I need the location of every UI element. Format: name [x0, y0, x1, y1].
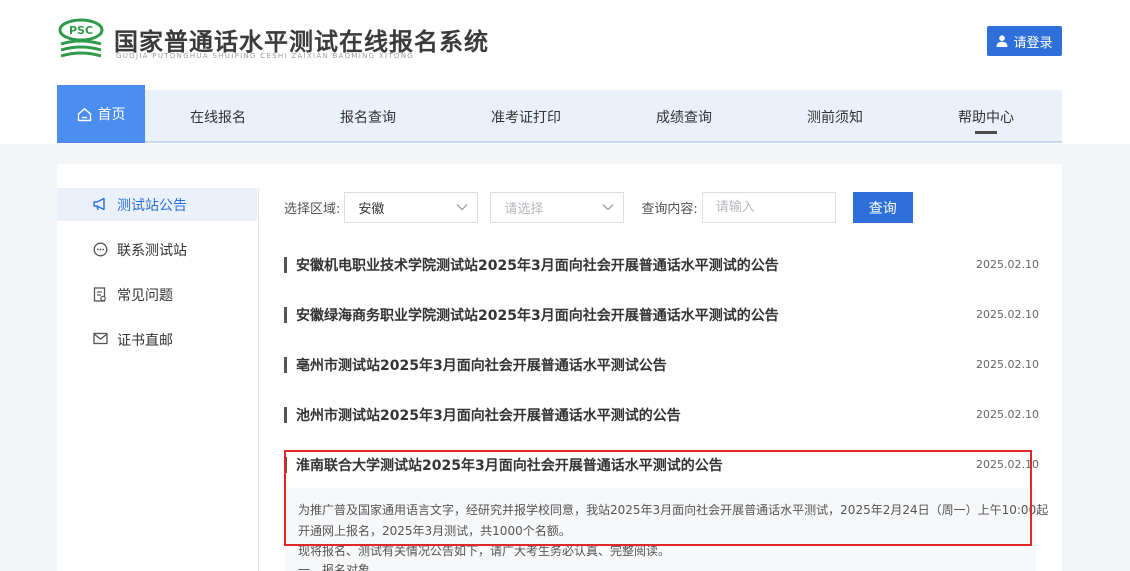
notice-title[interactable]: 池州市测试站2025年3月面向社会开展普通话水平测试的公告	[296, 405, 681, 425]
notice-bar	[284, 407, 287, 423]
megaphone-icon	[93, 197, 105, 211]
notice-title[interactable]: 亳州市测试站2025年3月面向社会开展普通话水平测试公告	[296, 355, 667, 375]
home-icon	[77, 107, 91, 121]
region-label: 选择区域:	[284, 202, 341, 217]
notice-bar	[284, 357, 287, 373]
sidebar-item-label: 常见问题	[117, 287, 173, 304]
chat-icon	[93, 242, 108, 257]
notice-date: 2025.02.10	[976, 258, 1039, 271]
login-button[interactable]: 请登录	[987, 26, 1062, 56]
notice-item-expanded[interactable]: 淮南联合大学测试站2025年3月面向社会开展普通话水平测试的公告 2025.02…	[284, 454, 1042, 476]
svg-text:PSC: PSC	[69, 24, 93, 37]
sidebar-item-station-notices[interactable]: 测试站公告	[57, 188, 257, 221]
nav-help-center[interactable]: 帮助中心	[927, 90, 1045, 143]
notice-date: 2025.02.10	[976, 458, 1039, 471]
notice-date: 2025.02.10	[976, 308, 1039, 321]
notice-title[interactable]: 淮南联合大学测试站2025年3月面向社会开展普通话水平测试的公告	[296, 455, 723, 475]
search-button[interactable]: 查询	[852, 192, 913, 223]
login-label: 请登录	[1013, 35, 1053, 51]
notice-date: 2025.02.10	[976, 358, 1039, 371]
filter-bar: 选择区域: 安徽 请选择 查询内容: 查询	[284, 192, 913, 223]
content-panel: 测试站公告 联系测试站 常见问题 证书直邮 选择区域: 安徽 请选择 查询内容:…	[57, 164, 1062, 571]
notice-summary: 为推广普及国家通用语言文字，经研究并报学校同意，我站2025年3月面向社会开展普…	[285, 488, 1048, 571]
sidebar-item-label: 测试站公告	[117, 197, 187, 214]
sidebar-item-label: 证书直邮	[117, 332, 173, 349]
summary-line: 一、报名对象	[298, 563, 371, 571]
sidebar-item-faq[interactable]: 常见问题	[57, 278, 257, 311]
mail-icon	[93, 332, 108, 345]
sidebar: 测试站公告 联系测试站 常见问题 证书直邮	[57, 188, 257, 368]
query-input[interactable]	[701, 192, 836, 223]
notice-item[interactable]: 亳州市测试站2025年3月面向社会开展普通话水平测试公告 2025.02.10	[284, 354, 1042, 376]
summary-line: 现将报名、测试有关情况公告如下，请广大考生务必认真、完整阅读。	[298, 544, 671, 558]
nav-active-indicator	[975, 131, 997, 134]
notice-bar	[284, 307, 287, 323]
nav-admission-print[interactable]: 准考证打印	[467, 90, 585, 143]
user-icon	[996, 35, 1008, 47]
subregion-select-placeholder: 请选择	[504, 202, 544, 217]
sidebar-item-label: 联系测试站	[117, 242, 187, 259]
nav-pretest-notice[interactable]: 测前须知	[776, 90, 894, 143]
site-subtitle: GUOJIA PUTONGHUA SHUIPING CESHI ZAIXIAN …	[116, 52, 414, 60]
nav-home-label: 首页	[97, 107, 126, 123]
notice-item[interactable]: 安徽绿海商务职业学院测试站2025年3月面向社会开展普通话水平测试的公告 202…	[284, 304, 1042, 326]
notice-item[interactable]: 池州市测试站2025年3月面向社会开展普通话水平测试的公告 2025.02.10	[284, 404, 1042, 426]
nav-score-query[interactable]: 成绩查询	[625, 90, 743, 143]
sidebar-item-contact-station[interactable]: 联系测试站	[57, 233, 257, 266]
notice-bar	[284, 457, 287, 473]
summary-line: 开通网上报名，2025年3月测试，共1000个名额。	[298, 524, 571, 538]
nav-online-registration[interactable]: 在线报名	[159, 90, 277, 143]
chevron-down-icon	[456, 204, 468, 211]
sidebar-divider	[258, 188, 259, 571]
notice-title[interactable]: 安徽绿海商务职业学院测试站2025年3月面向社会开展普通话水平测试的公告	[296, 305, 779, 325]
subregion-select[interactable]: 请选择	[490, 192, 625, 223]
sidebar-item-certificate-mail[interactable]: 证书直邮	[57, 323, 257, 356]
notice-title[interactable]: 安徽机电职业技术学院测试站2025年3月面向社会开展普通话水平测试的公告	[296, 255, 779, 275]
nav-registration-query[interactable]: 报名查询	[309, 90, 427, 143]
nav-home[interactable]: 首页	[57, 85, 145, 143]
document-icon	[93, 287, 106, 302]
query-label: 查询内容:	[641, 202, 698, 217]
main-nav: 首页 在线报名 报名查询 准考证打印 成绩查询 测前须知 帮助中心	[57, 85, 1062, 143]
psc-logo: PSC	[58, 18, 104, 58]
summary-line: 为推广普及国家通用语言文字，经研究并报学校同意，我站2025年3月面向社会开展普…	[298, 503, 1049, 517]
region-select-value: 安徽	[358, 202, 385, 217]
notice-date: 2025.02.10	[976, 408, 1039, 421]
chevron-down-icon	[602, 204, 614, 211]
notice-item[interactable]: 安徽机电职业技术学院测试站2025年3月面向社会开展普通话水平测试的公告 202…	[284, 254, 1042, 276]
region-select[interactable]: 安徽	[344, 192, 479, 223]
notice-bar	[284, 257, 287, 273]
